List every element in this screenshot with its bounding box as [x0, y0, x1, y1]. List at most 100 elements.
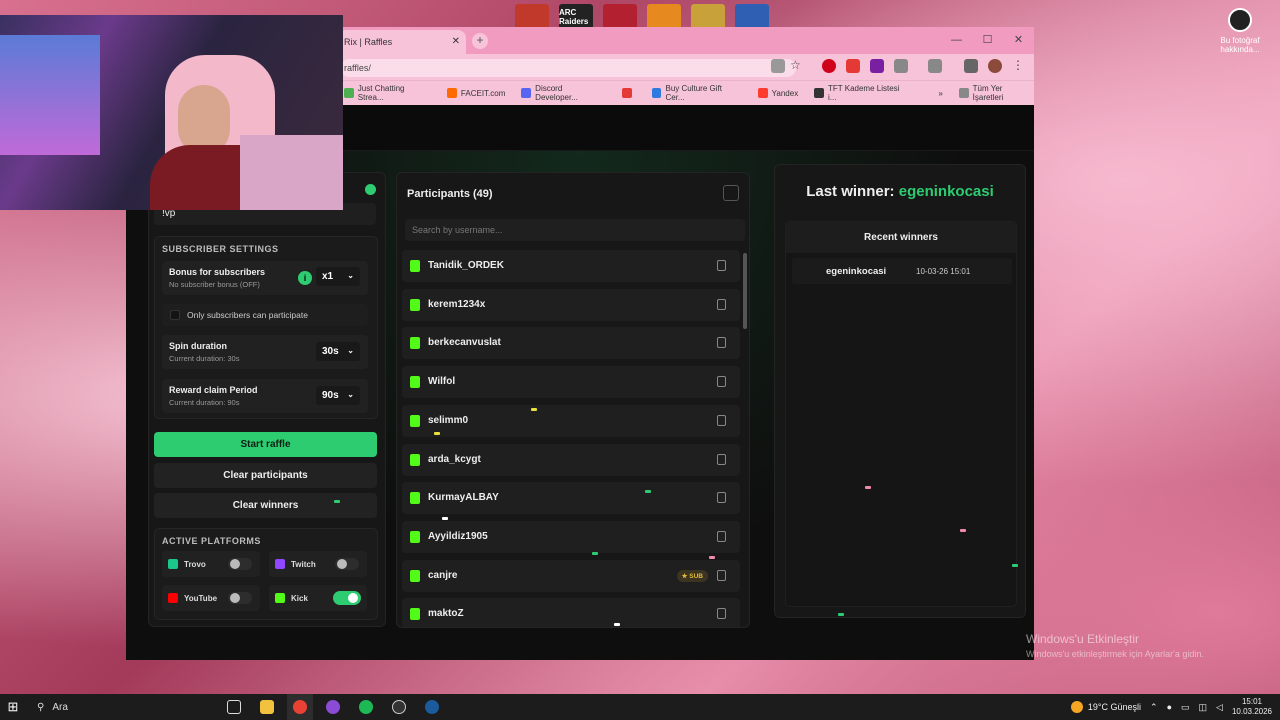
trash-icon[interactable] — [717, 569, 726, 581]
about-photo-shortcut[interactable]: Bu fotoğraf hakkında... — [1210, 8, 1270, 54]
clock[interactable]: 15:01 10.03.2026 — [1232, 697, 1272, 717]
bookmark-label: Tüm Yer İşaretleri — [972, 84, 1004, 102]
claim-period-select[interactable]: 90s ⌄ — [316, 386, 360, 405]
close-window-button[interactable]: ✕ — [1003, 27, 1034, 54]
bookmark-item[interactable]: » — [924, 88, 942, 98]
participant-row: KurmayALBAY — [402, 482, 740, 515]
clear-winners-button[interactable]: Clear winners — [154, 493, 377, 518]
bookmark-favicon-icon — [924, 88, 934, 98]
steam-icon[interactable] — [419, 694, 445, 720]
copy-icon[interactable] — [723, 185, 739, 201]
bookmark-item[interactable]: TFT Kademe Listesi i... — [814, 84, 908, 102]
url-field[interactable]: raffles/ — [340, 59, 796, 77]
spin-duration-title: Spin duration — [169, 341, 227, 351]
participant-name: canjre — [428, 569, 458, 581]
only-subs-checkbox[interactable] — [170, 310, 180, 320]
platform-toggle[interactable] — [333, 591, 361, 605]
bonus-info-icon[interactable]: i — [298, 271, 312, 285]
bonus-select[interactable]: x1 ⌄ — [316, 267, 360, 286]
trash-icon[interactable] — [717, 492, 726, 504]
sidepanel-icon[interactable] — [928, 59, 942, 73]
start-button[interactable]: ⊞ — [0, 694, 26, 720]
spin-duration-select[interactable]: 30s ⌄ — [316, 342, 360, 361]
trash-icon[interactable] — [717, 530, 726, 542]
bookmark-item[interactable]: Yandex — [757, 88, 799, 98]
winner-name: egeninkocasi — [826, 266, 887, 277]
clear-participants-button[interactable]: Clear participants — [154, 463, 377, 488]
participant-name: KurmayALBAY — [428, 492, 499, 504]
platform-toggle[interactable] — [228, 592, 252, 604]
bookmark-item[interactable] — [621, 88, 636, 98]
extensions-icon[interactable] — [894, 59, 908, 73]
trash-icon[interactable] — [717, 453, 726, 465]
platform-toggle[interactable] — [335, 558, 359, 570]
participant-row: kerem1234x — [402, 288, 740, 321]
translate-icon[interactable] — [771, 59, 785, 73]
participant-name: selimm0 — [428, 414, 469, 426]
display-icon[interactable]: ▭ — [1181, 702, 1190, 713]
bookmark-favicon-icon — [344, 88, 354, 98]
platform-label: Kick — [291, 594, 308, 603]
bookmark-star-icon[interactable]: ☆ — [790, 59, 804, 73]
tab-raffles[interactable]: Rix | Raffles ✕ — [338, 30, 466, 54]
participant-scrollbar[interactable] — [743, 253, 747, 329]
obs-icon[interactable] — [386, 694, 412, 720]
bookmark-item[interactable]: Buy Culture Gift Cer... — [651, 84, 742, 102]
platform-label: YouTube — [184, 594, 218, 603]
twitch-extension-icon[interactable] — [870, 59, 884, 73]
spin-duration-value: 30s — [322, 346, 339, 357]
opera-extension-icon[interactable] — [822, 59, 836, 73]
platform-youtube: YouTube — [162, 585, 260, 611]
profile-avatar[interactable] — [988, 59, 1002, 73]
bookmark-item[interactable]: Discord Developer... — [521, 84, 605, 102]
maximize-button[interactable]: ☐ — [972, 27, 1003, 54]
taskbar-search-label: Ara — [52, 701, 68, 713]
participant-name: kerem1234x — [428, 298, 486, 310]
trash-icon[interactable] — [717, 376, 726, 388]
bookmark-label: » — [938, 88, 943, 98]
menu-icon[interactable]: ⋮ — [1012, 59, 1026, 73]
system-tray: 19°C Güneşli ⌃ ● ▭ ◫ ◁ 15:01 10.03.2026 — [1070, 694, 1272, 720]
tray-chevron-icon[interactable]: ⌃ — [1150, 702, 1158, 713]
trash-icon[interactable] — [717, 414, 726, 426]
kick-icon — [410, 453, 420, 466]
network-icon[interactable]: ◫ — [1199, 702, 1208, 713]
bookmark-label: Yandex — [771, 88, 799, 98]
bookmark-item[interactable]: FACEIT.com — [446, 88, 505, 98]
trash-icon[interactable] — [717, 608, 726, 620]
participant-search-input[interactable]: Search by username... — [405, 219, 745, 241]
task-view-button[interactable] — [221, 694, 247, 720]
new-tab-button[interactable]: + — [472, 33, 488, 49]
participants-title: Participants (49) — [407, 188, 493, 200]
download-icon[interactable] — [964, 59, 978, 73]
start-raffle-button[interactable]: Start raffle — [154, 432, 377, 457]
spotify-icon[interactable] — [353, 694, 379, 720]
winner-time: 10-03-26 15:01 — [916, 267, 971, 276]
bookmark-item[interactable]: Tüm Yer İşaretleri — [958, 84, 1034, 102]
volume-icon[interactable]: ◁ — [1216, 702, 1223, 713]
kick-icon — [410, 569, 420, 582]
minimize-button[interactable]: — — [941, 27, 972, 54]
close-tab-icon[interactable]: ✕ — [452, 36, 460, 47]
bookmark-favicon-icon — [621, 88, 632, 98]
participant-name: berkecanvuslat — [428, 337, 501, 349]
info-icon[interactable] — [365, 184, 376, 195]
trash-icon[interactable] — [717, 260, 726, 271]
weather-text: 19°C Güneşli — [1087, 702, 1142, 712]
weather-widget[interactable]: 19°C Güneşli — [1070, 701, 1142, 713]
windows-activation-title: Windows'u Etkinleştir — [1026, 632, 1139, 646]
participant-row: Tanidik_ORDEK — [402, 250, 740, 282]
taskbar-search[interactable]: ⚲ Ara — [33, 694, 221, 720]
tp-extension-icon[interactable] — [846, 59, 860, 73]
trash-icon[interactable] — [717, 298, 726, 310]
microphone-icon[interactable]: ● — [1167, 702, 1172, 712]
bookmark-item[interactable]: Just Chatting Strea... — [344, 84, 431, 102]
participant-row: maktoZ — [402, 598, 740, 627]
clock-date: 10.03.2026 — [1231, 707, 1272, 716]
chrome-icon[interactable] — [287, 694, 313, 720]
trash-icon[interactable] — [717, 337, 726, 349]
file-explorer-icon[interactable] — [254, 694, 280, 720]
messenger-icon[interactable] — [320, 694, 346, 720]
only-subs-row[interactable]: Only subscribers can participate — [162, 304, 368, 326]
platform-toggle[interactable] — [228, 558, 252, 570]
